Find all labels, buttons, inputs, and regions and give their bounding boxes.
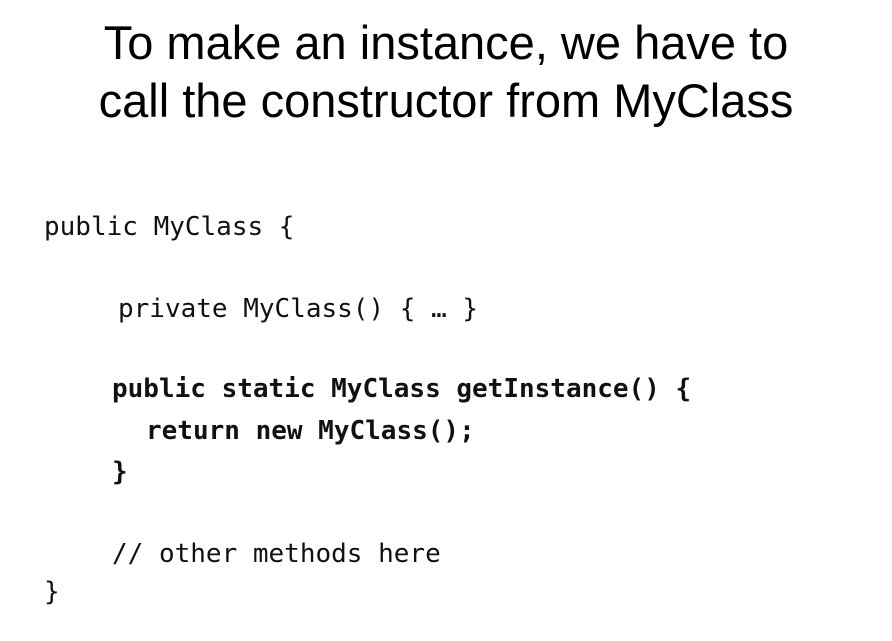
code-private-constructor: private MyClass() { … } [118, 294, 479, 324]
code-method-close-brace: } [112, 457, 128, 487]
code-class-declaration: public MyClass { [44, 212, 295, 242]
code-return-statement: return new MyClass(); [146, 416, 475, 446]
code-block: public MyClass { private MyClass() { … }… [0, 0, 892, 641]
code-comment: // other methods here [112, 539, 441, 569]
code-get-instance-declaration: public static MyClass getInstance() { [112, 374, 692, 404]
code-class-close-brace: } [44, 577, 60, 607]
slide: To make an instance, we have to call the… [0, 0, 892, 641]
